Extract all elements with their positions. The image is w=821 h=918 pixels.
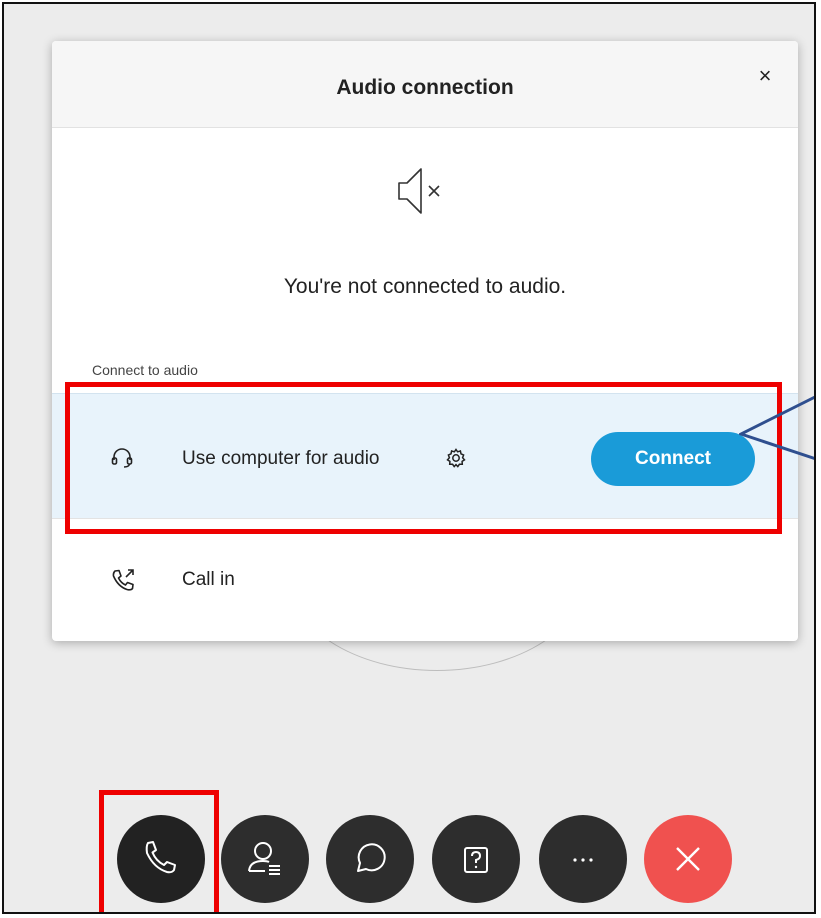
qa-button[interactable] <box>432 815 520 903</box>
headset-icon <box>111 448 133 468</box>
participants-icon <box>248 842 280 875</box>
audio-phone-button[interactable] <box>117 815 205 903</box>
connect-section-label: Connect to audio <box>92 362 198 378</box>
audio-settings-button[interactable] <box>444 446 468 470</box>
app-frame: Audio connection × You're not connected … <box>2 2 816 914</box>
callout-pointer <box>739 395 814 460</box>
audio-connection-dialog: Audio connection × You're not connected … <box>52 41 798 641</box>
dialog-title: Audio connection <box>336 76 514 99</box>
computer-audio-label: Use computer for audio <box>182 448 380 469</box>
speaker-muted-icon <box>398 168 440 214</box>
chat-icon <box>357 843 386 872</box>
call-in-label: Call in <box>182 569 235 590</box>
audio-status-text: You're not connected to audio. <box>283 275 567 298</box>
more-options-button[interactable] <box>539 815 627 903</box>
option-call-in[interactable]: Call in <box>52 518 798 642</box>
option-computer-audio[interactable]: Use computer for audio Connect <box>52 393 798 519</box>
phone-icon <box>145 841 176 874</box>
close-icon <box>676 847 700 871</box>
connect-button[interactable]: Connect <box>591 432 755 486</box>
leave-meeting-button[interactable] <box>644 815 732 903</box>
dialog-header: Audio connection × <box>52 41 798 128</box>
qa-icon <box>464 847 488 873</box>
phone-callout-icon <box>112 569 134 591</box>
participants-button[interactable] <box>221 815 309 903</box>
more-icon <box>573 858 593 862</box>
chat-button[interactable] <box>326 815 414 903</box>
close-dialog-button[interactable]: × <box>752 63 778 89</box>
gear-icon <box>446 448 466 468</box>
